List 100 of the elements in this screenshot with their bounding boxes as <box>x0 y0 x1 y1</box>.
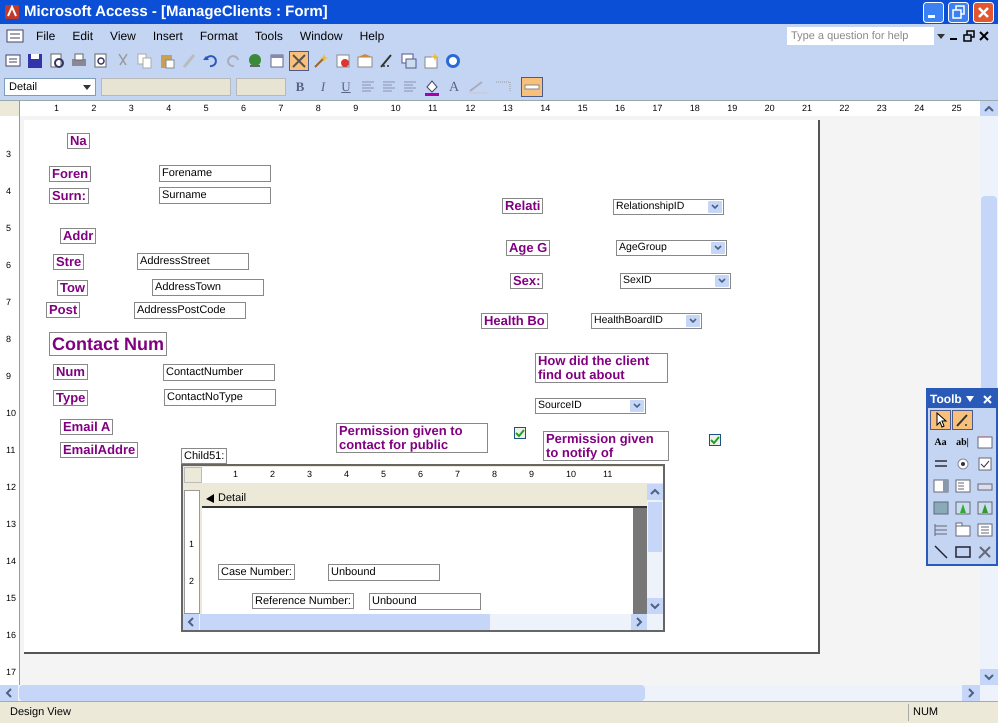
scroll-right-icon[interactable] <box>962 685 980 701</box>
horizontal-scrollbar[interactable] <box>0 685 998 701</box>
ruler-number: 1 <box>189 539 194 549</box>
menu-item[interactable]: File <box>29 27 62 45</box>
ruler-number: 8 <box>492 468 498 481</box>
paste-icon[interactable] <box>158 52 176 70</box>
minimize-icon[interactable] <box>923 2 944 22</box>
help-icon[interactable] <box>444 52 462 70</box>
app-logo-icon[interactable] <box>4 4 20 20</box>
combo-box[interactable]: HealthBoardID <box>591 313 702 329</box>
preview-icon[interactable] <box>48 52 66 70</box>
save-icon[interactable] <box>26 52 44 70</box>
database-window-icon[interactable] <box>400 52 418 70</box>
special-effect-icon[interactable] <box>521 77 543 97</box>
scroll-thumb[interactable] <box>200 614 490 630</box>
combo-box-icon[interactable] <box>932 477 950 495</box>
help-search-field[interactable]: Type a question for help <box>787 27 934 45</box>
new-object-icon[interactable] <box>422 52 440 70</box>
ruler-number: 20 <box>764 102 775 115</box>
globe-icon[interactable] <box>246 52 264 70</box>
ruler-corner <box>184 467 202 483</box>
text-field[interactable]: Surname <box>159 187 271 204</box>
scroll-left-icon[interactable] <box>183 614 199 630</box>
dropdown-arrow-icon[interactable] <box>966 396 974 402</box>
dropdown-arrow-icon[interactable] <box>83 84 91 90</box>
checkbox-icon[interactable] <box>976 455 994 473</box>
ruler-number: 17 <box>6 667 16 677</box>
close-icon[interactable] <box>978 30 990 42</box>
menu-item[interactable]: Edit <box>65 27 100 45</box>
section-arrow-icon[interactable] <box>206 494 214 502</box>
combo-box[interactable]: AgeGroup <box>616 240 727 256</box>
combo-box[interactable]: SourceID <box>535 398 646 414</box>
scroll-up-icon[interactable] <box>647 484 663 500</box>
combo-box[interactable]: RelationshipID <box>613 199 724 215</box>
scroll-up-icon[interactable] <box>980 101 998 117</box>
ruler-number: 16 <box>615 102 626 115</box>
combo-box[interactable]: SexID <box>620 273 731 289</box>
vertical-scrollbar[interactable] <box>647 484 663 614</box>
ruler-number: 16 <box>6 630 16 640</box>
dropdown-arrow-icon[interactable] <box>937 33 945 39</box>
restore-icon[interactable] <box>948 2 969 22</box>
bold-button[interactable]: B <box>291 77 309 97</box>
font-color-button[interactable]: A <box>446 76 462 98</box>
field-label: Tow <box>57 280 88 296</box>
undo-icon[interactable] <box>202 52 220 70</box>
restore-icon[interactable] <box>963 30 975 42</box>
field-label: How did the client find out about <box>535 353 668 383</box>
menu-item[interactable]: Tools <box>248 27 290 45</box>
scroll-thumb[interactable] <box>648 502 662 552</box>
scroll-thumb[interactable] <box>19 685 645 701</box>
ruler-number: 14 <box>540 102 550 115</box>
ruler-number: 21 <box>802 102 812 115</box>
text-field[interactable]: Forename <box>159 165 271 182</box>
scroll-down-icon[interactable] <box>980 669 998 685</box>
list-box-icon[interactable] <box>954 477 972 495</box>
scroll-down-icon[interactable] <box>647 598 663 614</box>
tools-icon[interactable] <box>290 52 308 70</box>
image-icon[interactable] <box>932 499 950 517</box>
wand-icon[interactable] <box>312 52 330 70</box>
form-icon[interactable] <box>4 28 26 44</box>
text-field[interactable]: AddressStreet <box>137 253 249 270</box>
scroll-left-icon[interactable] <box>0 685 18 701</box>
ruler-number: 7 <box>278 102 284 115</box>
text-field[interactable]: AddressPostCode <box>134 302 246 319</box>
window-icon[interactable] <box>268 52 286 70</box>
fill-color-icon[interactable] <box>423 78 441 96</box>
page-break-icon[interactable] <box>932 521 950 539</box>
ruler-number: 1 <box>54 102 60 115</box>
underline-button[interactable]: U <box>337 77 355 97</box>
object-dropdown[interactable]: Detail <box>4 78 96 96</box>
checkbox[interactable] <box>514 427 526 439</box>
menu-item[interactable]: View <box>103 27 143 45</box>
field-label: Reference Number: <box>252 593 354 609</box>
text-field[interactable]: ContactNoType <box>164 389 276 406</box>
text-field[interactable]: Unbound <box>369 593 481 610</box>
unbound-object-icon[interactable] <box>954 499 972 517</box>
menu-item[interactable]: Help <box>352 27 392 45</box>
bound-object-icon[interactable] <box>976 499 994 517</box>
line-icon[interactable] <box>932 543 950 561</box>
subform-icon[interactable] <box>976 521 994 539</box>
field-label: Email A <box>60 419 114 435</box>
menu-item[interactable]: Window <box>292 27 350 45</box>
menu-item[interactable]: Insert <box>146 27 190 45</box>
italic-button[interactable]: I <box>314 77 332 97</box>
tab-control-icon[interactable] <box>954 521 972 539</box>
checkbox[interactable] <box>709 434 721 446</box>
label-tool[interactable]: Aa <box>930 432 951 452</box>
ruler-number: 9 <box>6 371 12 381</box>
text-field[interactable]: AddressTown <box>152 279 264 296</box>
text-box-tool[interactable]: ab| <box>952 432 973 452</box>
menu-item[interactable]: Format <box>192 27 245 45</box>
ruler-number: 7 <box>455 468 460 481</box>
ruler-number: 7 <box>6 297 12 307</box>
text-field[interactable]: Unbound <box>328 564 440 581</box>
horizontal-scrollbar[interactable] <box>183 614 663 630</box>
ruler-number: 1 <box>233 468 238 481</box>
line-color-icon[interactable] <box>467 79 489 95</box>
status-indicator: NUM <box>908 704 968 721</box>
text-field[interactable]: ContactNumber <box>163 364 275 381</box>
scroll-right-icon[interactable] <box>631 614 647 630</box>
